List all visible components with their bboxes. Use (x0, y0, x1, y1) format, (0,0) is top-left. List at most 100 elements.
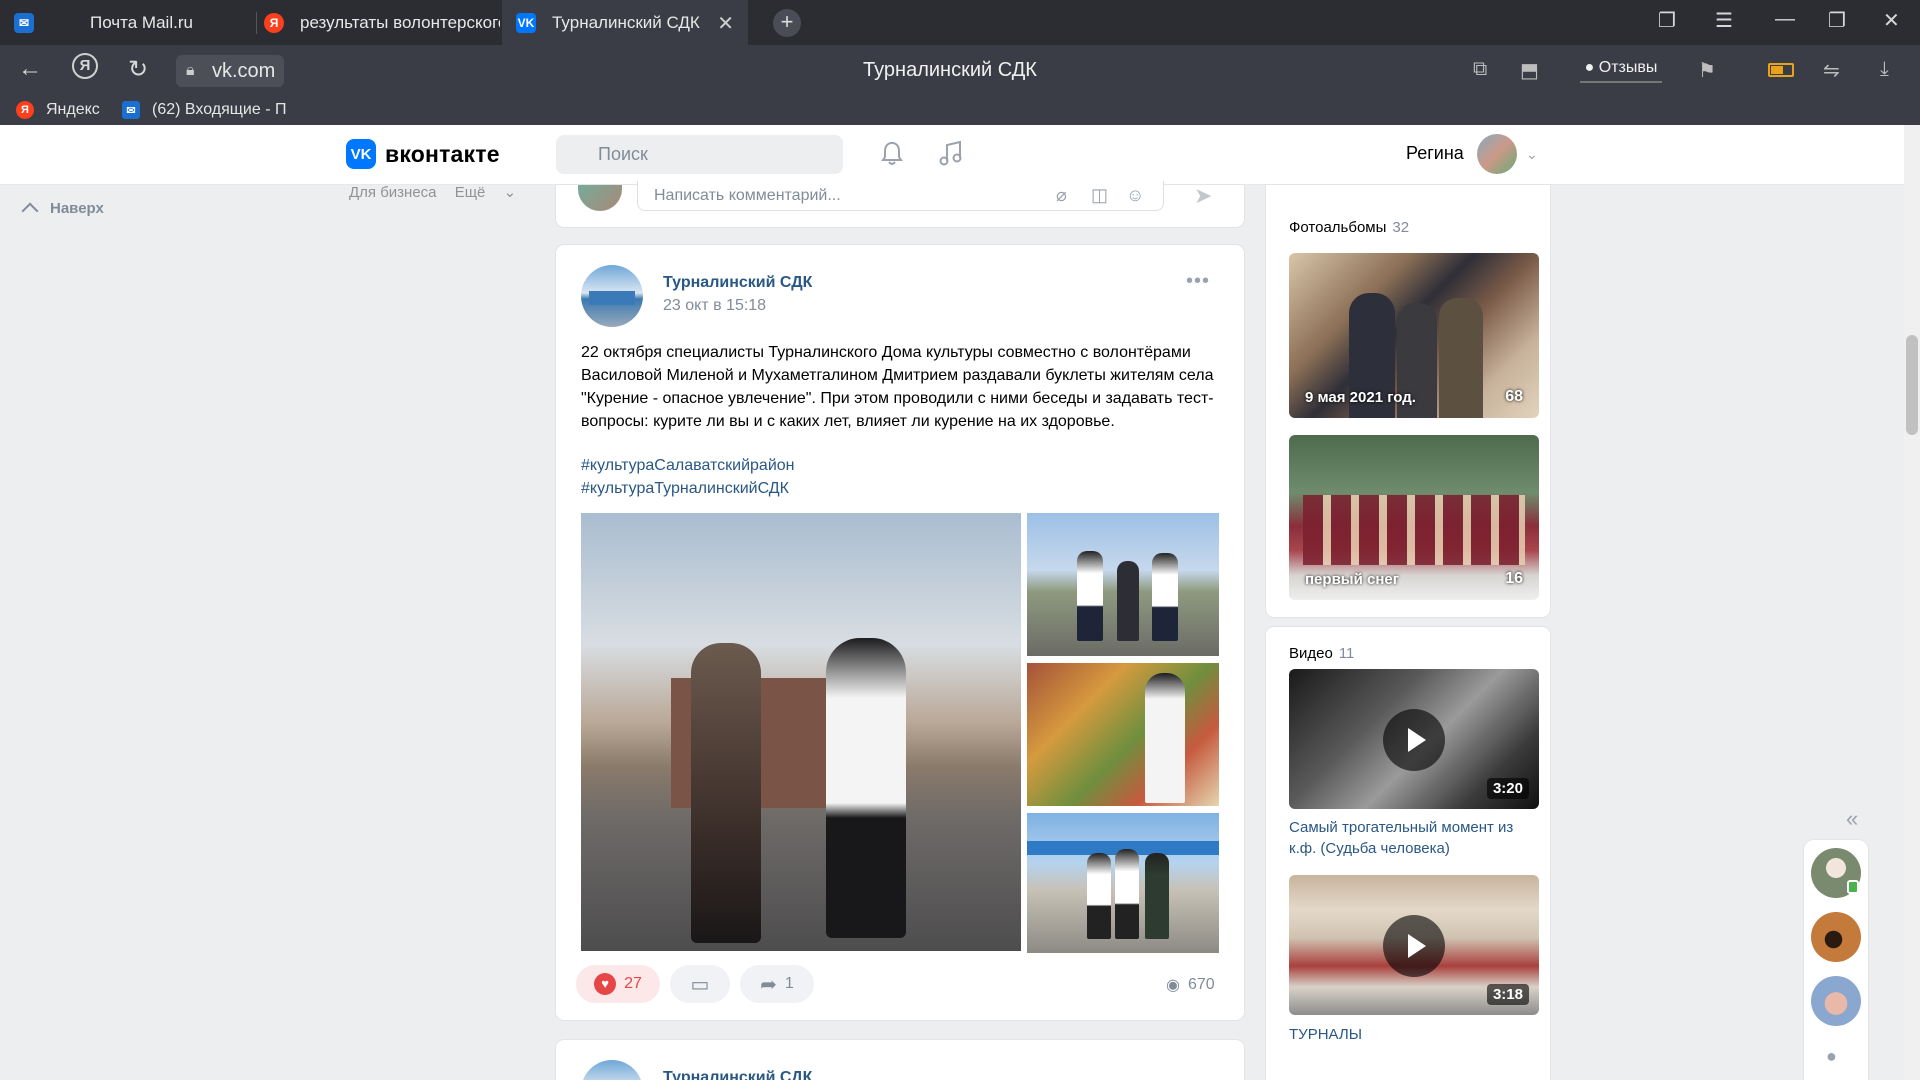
photo-person (1077, 551, 1103, 641)
copy-icon[interactable]: ⧉ (1473, 58, 1487, 81)
album-thumb[interactable]: 9 мая 2021 год. 68 (1289, 253, 1539, 418)
photo-person (691, 643, 761, 943)
comment-button[interactable]: ▭ (670, 965, 730, 1003)
back-to-top-button[interactable]: Наверх (21, 199, 104, 220)
video-title-link[interactable]: ТУРНАЛЫ (1289, 1024, 1544, 1045)
play-icon[interactable] (1383, 915, 1445, 977)
chat-sidebar: ● (1804, 840, 1868, 1080)
translate-icon[interactable]: ⇋ (1823, 58, 1840, 83)
views-counter: ◉ 670 (1166, 975, 1215, 995)
comment-avatar (578, 185, 622, 211)
vk-header: VK вконтакте Регина ⌄ (0, 125, 1904, 185)
bell-icon[interactable] (880, 139, 904, 169)
chat-avatar[interactable] (1811, 912, 1861, 962)
tab-yandex[interactable]: Я результаты волонтерского (264, 0, 500, 45)
close-icon[interactable]: ✕ (717, 11, 734, 36)
photo-person (826, 638, 906, 938)
post-date[interactable]: 23 окт в 15:18 (663, 297, 766, 315)
videos-header[interactable]: Видео 11 (1289, 645, 1354, 662)
post-author-link[interactable]: Турналинский СДК (663, 274, 812, 292)
attach-icon[interactable]: ⌀ (1056, 185, 1067, 206)
smile-icon[interactable]: ☺ (1126, 185, 1144, 206)
post-text: 22 октября специалисты Турналинского Дом… (581, 344, 1214, 430)
albums-card: Фотоальбомы 32 9 мая 2021 год. 68 первый … (1266, 185, 1550, 617)
tab-bar: ✉ Почта Mail.ru Я результаты волонтерско… (0, 0, 1920, 45)
post-photo-4[interactable] (1027, 813, 1219, 953)
photo-person (1145, 673, 1185, 803)
album-thumb[interactable]: первый снег 16 (1289, 435, 1539, 600)
like-button[interactable]: ♥ 27 (576, 965, 660, 1003)
user-name[interactable]: Регина (1406, 143, 1464, 164)
reviews-button[interactable]: ● Отзывы (1580, 55, 1662, 83)
new-tab-button[interactable]: + (773, 9, 801, 37)
mail-envelope-icon: ✉ (14, 12, 34, 33)
vk-logo[interactable]: VK вконтакте (346, 139, 500, 169)
eye-icon: ◉ (1166, 977, 1180, 994)
comment-card: ⌀ ◫ ☺ ➤ (556, 181, 1244, 227)
vk-icon: VK (516, 12, 536, 33)
collapse-chats-icon[interactable]: « (1846, 806, 1858, 832)
like-count: 27 (624, 975, 642, 992)
avatar[interactable] (1477, 134, 1517, 174)
post-photo-3[interactable] (1027, 663, 1219, 806)
mail-envelope-icon: ✉ (122, 101, 140, 119)
footer-link-more[interactable]: Ещё ⌄ (455, 184, 516, 201)
album-count: 68 (1505, 388, 1523, 405)
albums-title: Фотоальбомы (1289, 219, 1387, 236)
collections-icon[interactable]: ❐ (1658, 8, 1676, 33)
chat-avatar[interactable] (1811, 976, 1861, 1026)
extensions-icon[interactable]: ⬒ (1520, 58, 1539, 83)
tab-vk[interactable]: VK Турналинский СДК ✕ (502, 0, 748, 45)
battery-icon[interactable] (1768, 63, 1794, 77)
post-author-avatar[interactable] (581, 1060, 643, 1080)
comment-input[interactable] (637, 181, 1164, 211)
hashtag-link[interactable]: #культураСалаватскийрайон (581, 457, 795, 475)
more-dots-icon[interactable]: ••• (1186, 270, 1210, 293)
menu-icon[interactable]: ☰ (1715, 8, 1733, 33)
search-input[interactable] (556, 135, 843, 174)
reviews-label: Отзывы (1598, 59, 1658, 76)
video-title-link[interactable]: Самый трогательный момент из к.ф. (Судьб… (1289, 817, 1544, 859)
video-thumb[interactable]: 3:18 (1289, 875, 1539, 1015)
post-author-avatar[interactable] (581, 265, 643, 327)
avatar-building (589, 291, 635, 305)
chat-bubble-icon[interactable]: ● (1826, 1046, 1837, 1067)
post-card: Турналинский СДК 23 окт в 15:18 ••• 22 о… (556, 245, 1244, 1020)
tab-mail[interactable]: ✉ Почта Mail.ru (14, 0, 254, 45)
albums-header[interactable]: Фотоальбомы 32 (1289, 219, 1409, 236)
chevron-down-icon[interactable]: ⌄ (1526, 146, 1538, 163)
footer-link-business[interactable]: Для бизнеса (349, 184, 437, 201)
camera-icon[interactable]: ◫ (1091, 185, 1108, 206)
post-photo-2[interactable] (1027, 513, 1219, 656)
music-note-icon[interactable] (938, 139, 964, 169)
bookmark-inbox[interactable]: ✉ (62) Входящие - П (122, 101, 292, 119)
post-photo-main[interactable] (581, 513, 1021, 951)
videos-count: 11 (1338, 645, 1355, 662)
share-arrow-icon: ➦ (760, 973, 777, 996)
minimize-icon[interactable]: — (1775, 8, 1795, 31)
chevron-up-icon (21, 202, 39, 220)
send-icon[interactable]: ➤ (1194, 183, 1212, 209)
albums-count: 32 (1392, 219, 1410, 236)
download-icon[interactable]: ⤓ (1880, 58, 1889, 81)
hashtag-link[interactable]: #культураТурналинскийСДК (581, 480, 789, 498)
bookmark-icon[interactable]: ⚑ (1698, 58, 1716, 83)
photo-person (1115, 849, 1139, 939)
footer-links: Для бизнеса Ещё ⌄ (349, 183, 530, 201)
bookmark-yandex[interactable]: Я Яндекс (16, 101, 100, 119)
share-button[interactable]: ➦ 1 (740, 965, 814, 1003)
bookmarks-bar: Я Яндекс ✉ (62) Входящие - П (0, 97, 1920, 125)
post-author-link[interactable]: Турналинский СДК (663, 1069, 812, 1080)
close-window-icon[interactable]: ✕ (1883, 8, 1900, 33)
album-label: 9 мая 2021 год. (1305, 389, 1416, 406)
videos-card: Видео 11 3:20 Самый трогательный момент и… (1266, 627, 1550, 1080)
tab-label: Почта Mail.ru (90, 12, 193, 32)
play-icon[interactable] (1383, 709, 1445, 771)
page-scrollbar[interactable] (1904, 125, 1920, 1080)
restore-icon[interactable]: ❐ (1828, 8, 1846, 33)
share-count: 1 (784, 975, 794, 992)
photo-person (1087, 853, 1111, 939)
browser-chrome: ✉ Почта Mail.ru Я результаты волонтерско… (0, 0, 1920, 125)
video-thumb[interactable]: 3:20 (1289, 669, 1539, 809)
scrollbar-thumb[interactable] (1906, 335, 1918, 435)
